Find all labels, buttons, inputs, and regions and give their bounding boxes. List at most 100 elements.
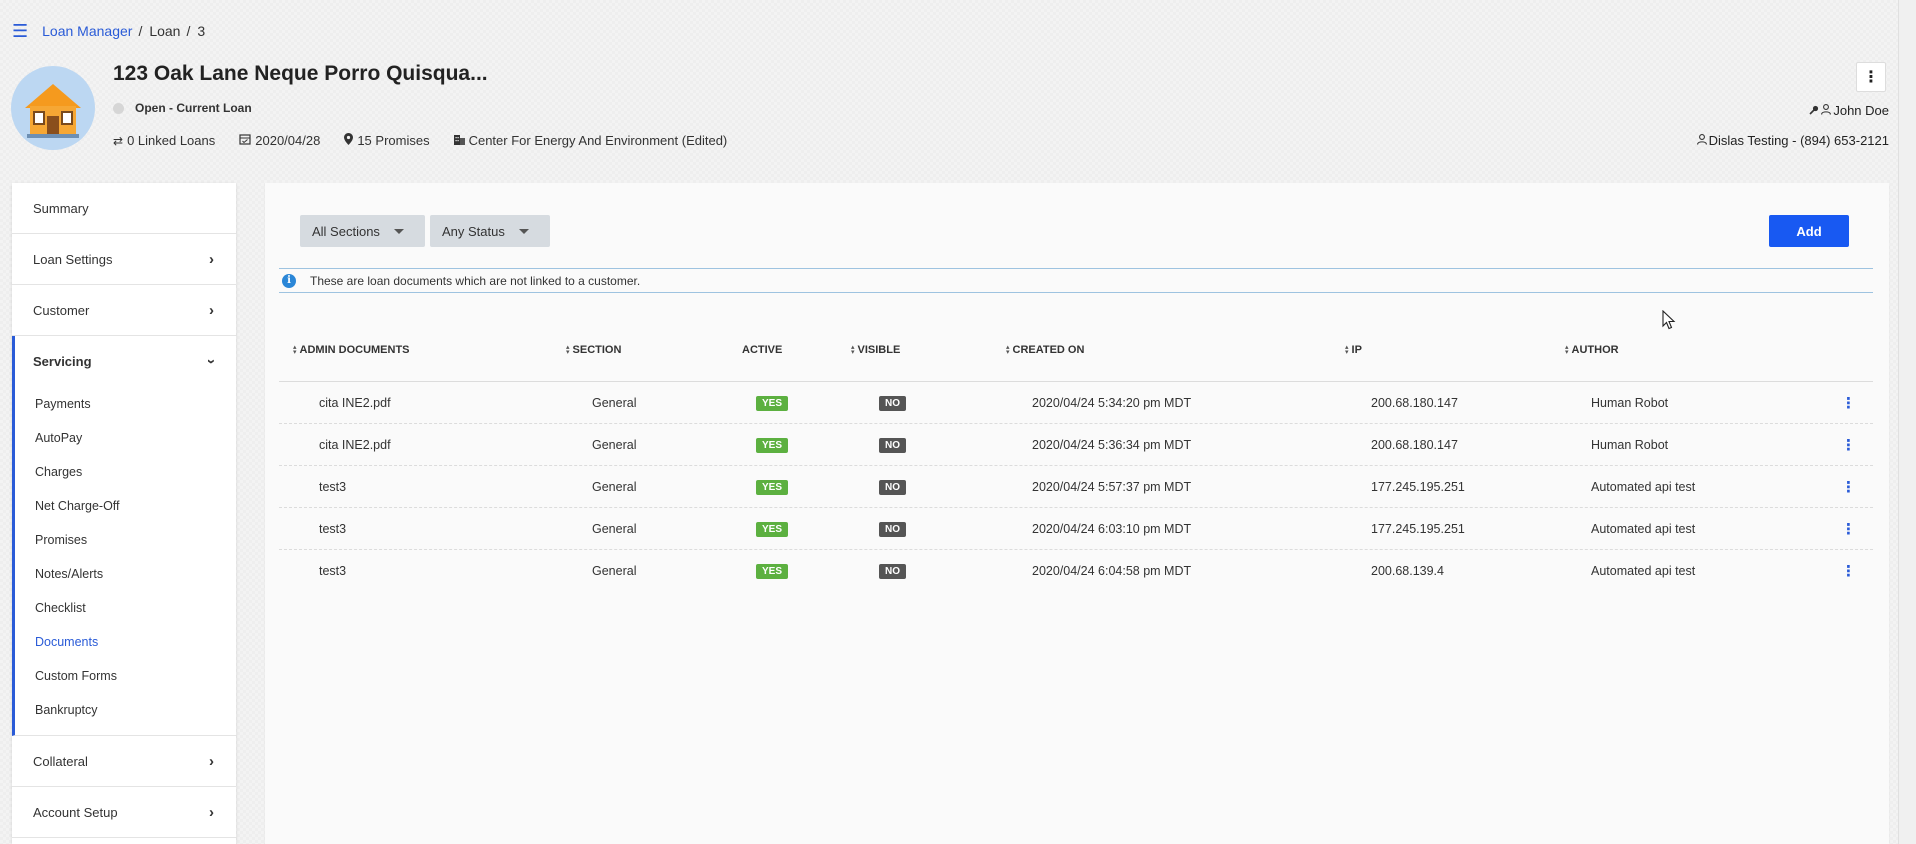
company[interactable]: Center For Energy And Environment (Edite…	[453, 133, 727, 148]
row-actions-icon[interactable]: ⋮	[1841, 508, 1856, 550]
breadcrumb: ☰ Loan Manager / Loan / 3	[12, 22, 205, 40]
doc-ip: 200.68.180.147	[1371, 438, 1458, 452]
sidebar-subitem-documents[interactable]: Documents	[15, 625, 236, 659]
loan-date-label: 2020/04/28	[255, 133, 321, 148]
loan-contact[interactable]: Dislas Testing - (894) 653-2121	[1696, 133, 1889, 148]
visible-badge: NO	[879, 395, 906, 411]
caret-down-icon	[518, 228, 529, 234]
sidebar-item-account-setup[interactable]: Account Setup ›	[12, 787, 236, 838]
sidebar-item-summary[interactable]: Summary	[12, 183, 236, 234]
doc-name[interactable]: cita INE2.pdf	[319, 424, 391, 466]
sidebar-item-label: Customer	[33, 302, 90, 318]
promises-label: 15 Promises	[357, 133, 430, 148]
chevron-down-icon: ›	[203, 359, 220, 364]
info-icon: i	[282, 273, 296, 288]
row-actions-icon[interactable]: ⋮	[1841, 466, 1856, 508]
sidebar-item-loan-settings[interactable]: Loan Settings ›	[12, 234, 236, 285]
sidebar-subitem-net-charge-off[interactable]: Net Charge-Off	[15, 489, 236, 523]
sidebar-subitem-checklist[interactable]: Checklist	[15, 591, 236, 625]
column-header-created-on[interactable]: ▴ ▾ CREATED ON	[1006, 344, 1084, 356]
breadcrumb-separator: /	[138, 23, 143, 39]
sidebar-subitem-bankruptcy[interactable]: Bankruptcy	[15, 693, 236, 727]
doc-name[interactable]: cita INE2.pdf	[319, 382, 391, 424]
column-header-label: IP	[1351, 344, 1362, 356]
doc-name[interactable]: test3	[319, 550, 346, 592]
doc-ip: 177.245.195.251	[1371, 522, 1465, 536]
visible-badge: NO	[879, 521, 906, 537]
sort-icon: ▴ ▾	[1345, 344, 1349, 356]
sidebar-item-label: Servicing	[33, 354, 92, 369]
sidebar-item-servicing[interactable]: Servicing ›	[15, 336, 236, 387]
documents-panel: All Sections Any Status Add i These are …	[265, 183, 1889, 844]
calendar-icon	[239, 133, 251, 148]
row-actions-icon[interactable]: ⋮	[1841, 382, 1856, 424]
table-row: cita INE2.pdf General YES NO 2020/04/24 …	[279, 382, 1873, 424]
sidebar-item-collateral[interactable]: Collateral ›	[12, 736, 236, 787]
hamburger-menu-icon[interactable]: ☰	[12, 22, 28, 40]
column-header-section[interactable]: ▴ ▾ SECTION	[566, 344, 621, 356]
sort-icon: ▴ ▾	[1006, 344, 1010, 356]
row-actions-icon[interactable]: ⋮	[1841, 550, 1856, 592]
doc-section: General	[592, 438, 637, 452]
add-document-button[interactable]: Add	[1769, 215, 1849, 247]
loan-status: Open - Current Loan	[113, 101, 252, 115]
doc-created-on: 2020/04/24 6:04:58 pm MDT	[1032, 564, 1192, 578]
sidebar-subitem-charges[interactable]: Charges	[15, 455, 236, 489]
chevron-right-icon: ›	[209, 752, 214, 770]
loan-owner[interactable]: John Doe	[1809, 103, 1889, 118]
doc-name[interactable]: test3	[319, 466, 346, 508]
column-header-ip[interactable]: ▴ ▾ IP	[1345, 344, 1362, 356]
sidebar-subitem-promises[interactable]: Promises	[15, 523, 236, 557]
column-header-label: CREATED ON	[1012, 344, 1085, 356]
status-filter-value: Any Status	[442, 223, 505, 239]
sidebar-subitem-payments[interactable]: Payments	[15, 387, 236, 421]
key-icon	[1809, 103, 1819, 118]
page-scrollbar[interactable]	[1898, 0, 1916, 844]
table-row: test3 General YES NO 2020/04/24 5:57:37 …	[279, 466, 1873, 508]
doc-section: General	[592, 564, 637, 578]
mouse-cursor-icon	[1662, 309, 1676, 335]
info-text: These are loan documents which are not l…	[310, 273, 641, 288]
column-header-visible[interactable]: ▴ ▾ VISIBLE	[851, 344, 900, 356]
doc-created-on: 2020/04/24 5:57:37 pm MDT	[1032, 480, 1192, 494]
promises-count[interactable]: 15 Promises	[344, 133, 430, 148]
user-icon	[1821, 103, 1832, 118]
caret-down-icon	[393, 228, 404, 234]
column-header-author[interactable]: ▴ ▾ AUTHOR	[1565, 344, 1619, 356]
active-badge: YES	[756, 521, 789, 537]
column-header-active: ACTIVE	[742, 344, 782, 356]
loan-actions-button[interactable]: ⋮	[1856, 62, 1886, 92]
active-badge: YES	[756, 563, 789, 579]
sidebar-item-label: Collateral	[33, 753, 88, 769]
status-dot-icon	[113, 102, 124, 114]
sidebar-subitem-custom-forms[interactable]: Custom Forms	[15, 659, 236, 693]
section-filter-dropdown[interactable]: All Sections	[300, 215, 425, 247]
chevron-right-icon: ›	[209, 803, 214, 821]
active-badge: YES	[756, 395, 789, 411]
contact-name: Dislas Testing - (894) 653-2121	[1708, 133, 1889, 148]
chevron-right-icon: ›	[209, 301, 214, 319]
doc-created-on: 2020/04/24 5:34:20 pm MDT	[1032, 396, 1192, 410]
table-row: cita INE2.pdf General YES NO 2020/04/24 …	[279, 424, 1873, 466]
chevron-right-icon: ›	[209, 250, 214, 268]
linked-loans-label: 0 Linked Loans	[127, 133, 216, 148]
breadcrumb-loan-manager[interactable]: Loan Manager	[42, 23, 132, 39]
row-actions-icon[interactable]: ⋮	[1841, 424, 1856, 466]
doc-name[interactable]: test3	[319, 508, 346, 550]
sidebar-subitem-autopay[interactable]: AutoPay	[15, 421, 236, 455]
doc-section: General	[592, 480, 637, 494]
status-filter-dropdown[interactable]: Any Status	[430, 215, 550, 247]
owner-name: John Doe	[1833, 103, 1889, 118]
doc-ip: 177.245.195.251	[1371, 480, 1465, 494]
column-header-label: AUTHOR	[1571, 344, 1619, 356]
visible-badge: NO	[879, 563, 906, 579]
loan-date: 2020/04/28	[239, 133, 320, 148]
column-header-label: ADMIN DOCUMENTS	[299, 344, 410, 356]
column-header-label: VISIBLE	[857, 344, 901, 356]
doc-author: Human Robot	[1591, 438, 1669, 452]
sidebar-item-customer[interactable]: Customer ›	[12, 285, 236, 336]
doc-ip: 200.68.180.147	[1371, 396, 1458, 410]
sidebar-subitem-notes-alerts[interactable]: Notes/Alerts	[15, 557, 236, 591]
linked-loans[interactable]: ⇄ 0 Linked Loans	[113, 133, 215, 148]
column-header-admin-documents[interactable]: ▴ ▾ ADMIN DOCUMENTS	[293, 344, 410, 356]
